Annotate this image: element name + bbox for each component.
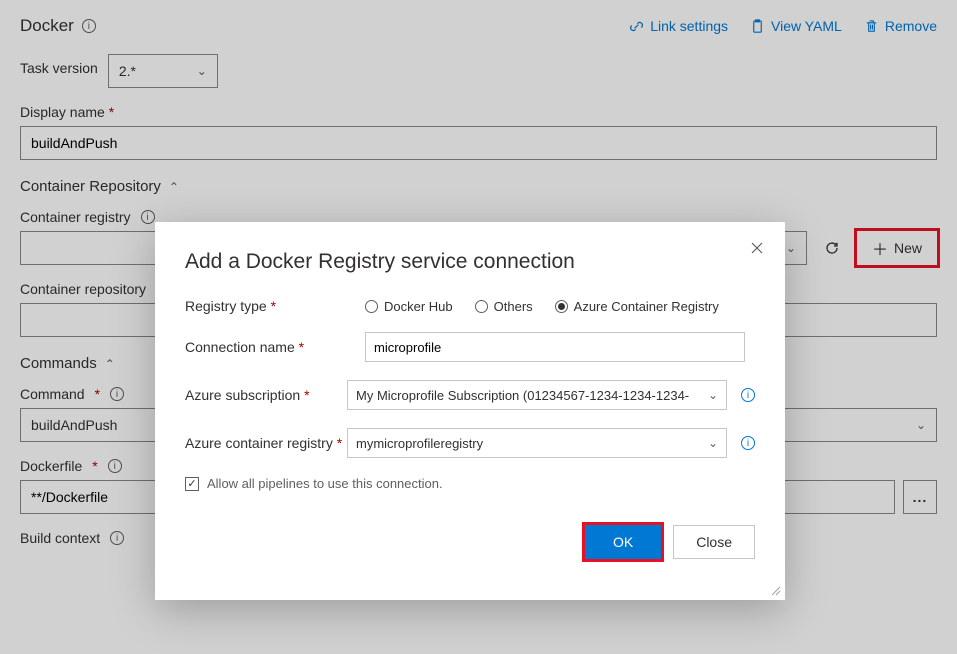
radio-docker-hub[interactable]: Docker Hub [365,299,453,314]
acr-value: mymicroprofileregistry [356,436,483,451]
modal-title: Add a Docker Registry service connection [185,250,755,274]
info-icon[interactable]: i [741,436,755,450]
connection-name-input[interactable] [365,332,745,362]
radio-acr[interactable]: Azure Container Registry [555,299,719,314]
info-icon[interactable]: i [741,388,755,402]
connection-name-label: Connection name * [185,339,365,355]
registry-type-label: Registry type * [185,298,365,314]
acr-label: Azure container registry * [185,435,347,451]
chevron-down-icon: ⌄ [708,388,718,402]
radio-others[interactable]: Others [475,299,533,314]
ok-button[interactable]: OK [585,525,661,559]
azure-subscription-label: Azure subscription * [185,387,347,403]
close-button[interactable]: Close [673,525,755,559]
chevron-down-icon: ⌄ [708,436,718,450]
azure-subscription-select[interactable]: My Microprofile Subscription (01234567-1… [347,380,727,410]
azure-subscription-value: My Microprofile Subscription (01234567-1… [356,388,689,403]
allow-all-label: Allow all pipelines to use this connecti… [207,476,443,491]
close-icon[interactable] [747,238,767,258]
resize-handle[interactable] [769,584,781,596]
acr-select[interactable]: mymicroprofileregistry ⌄ [347,428,727,458]
add-registry-modal: Add a Docker Registry service connection… [155,222,785,600]
allow-all-checkbox[interactable]: ✓ [185,477,199,491]
